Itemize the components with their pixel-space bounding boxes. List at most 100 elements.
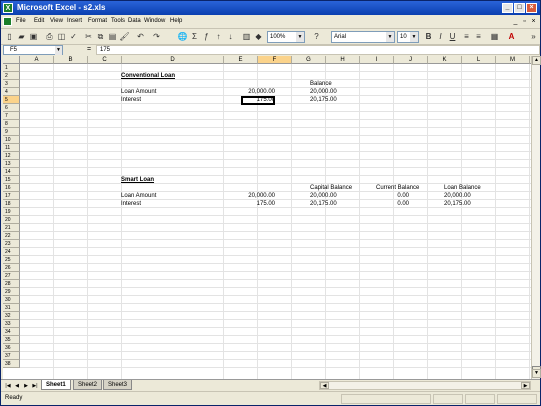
row-header[interactable]: 3 [3,80,20,88]
row-header[interactable]: 26 [3,264,20,272]
spelling-icon[interactable]: ✓ [68,31,79,42]
format-painter-icon[interactable]: 🖌 [119,31,130,42]
row-header[interactable]: 14 [3,168,20,176]
name-box[interactable]: F5 ▼ [3,45,63,55]
scroll-up-icon[interactable]: ▲ [532,56,541,65]
cell-J17[interactable]: 0.00 [375,200,409,208]
workbook-icon[interactable] [3,17,12,26]
cell-L16[interactable]: 20,000.00 [444,192,471,200]
row-header[interactable]: 8 [3,120,20,128]
row-header[interactable]: 29 [3,288,20,296]
help-icon[interactable]: ? [311,31,322,42]
copy-icon[interactable]: ⧉ [95,31,106,42]
row-header[interactable]: 23 [3,240,20,248]
row-header[interactable]: 15 [3,176,20,184]
cell-H4[interactable]: 20,000.00 [310,88,337,96]
cell-H3[interactable]: Balance [310,80,332,88]
menu-window[interactable]: Window [144,18,165,24]
cell-F4[interactable]: 20,000.00 [241,88,275,96]
formula-input[interactable]: 175 [96,45,540,55]
doc-close-button[interactable]: × [530,18,537,25]
cell-H16[interactable]: 20,000.00 [310,192,337,200]
underline-icon[interactable]: U [447,31,458,42]
drawing-icon[interactable]: ◆ [253,31,264,42]
align-center-icon[interactable]: ≡ [473,31,484,42]
column-header[interactable]: G [292,56,326,64]
menu-insert[interactable]: Insert [67,18,82,24]
cell-L17[interactable]: 20,175.00 [444,200,471,208]
vertical-scrollbar[interactable]: ▲ ▼ [531,56,541,379]
cell-H15[interactable]: Capital Balance [310,184,352,192]
column-header[interactable]: A [20,56,54,64]
column-header[interactable]: H [326,56,360,64]
row-header[interactable]: 22 [3,232,20,240]
new-icon[interactable]: ▯ [4,31,15,42]
row-header[interactable]: 18 [3,200,20,208]
font-select[interactable]: Arial ▼ [331,31,395,43]
menu-view[interactable]: View [50,18,63,24]
print-preview-icon[interactable]: ◫ [56,31,67,42]
paste-icon[interactable]: ▤ [107,31,118,42]
menu-tools[interactable]: Tools [111,18,125,24]
scroll-down-icon[interactable]: ▼ [532,369,541,378]
function-icon[interactable]: ƒ [201,31,212,42]
column-header[interactable]: L [462,56,496,64]
font-color-icon[interactable]: A [506,31,517,42]
row-header[interactable]: 7 [3,112,20,120]
row-header[interactable]: 25 [3,256,20,264]
row-header[interactable]: 28 [3,280,20,288]
menu-help[interactable]: Help [170,18,182,24]
column-header[interactable]: C [88,56,122,64]
menu-edit[interactable]: Edit [34,18,44,24]
cell-H17[interactable]: 20,175.00 [310,200,337,208]
row-header[interactable]: 12 [3,152,20,160]
spreadsheet-grid[interactable]: ABCDEFGHIJKLMN 1234567891011121314151617… [3,56,531,379]
row-header[interactable]: 11 [3,144,20,152]
row-header[interactable]: 27 [3,272,20,280]
menu-file[interactable]: File [16,18,26,24]
menu-data[interactable]: Data [128,18,141,24]
row-header[interactable]: 24 [3,248,20,256]
open-icon[interactable]: ▰ [16,31,27,42]
column-header[interactable]: K [428,56,462,64]
hyperlink-icon[interactable]: 🌐 [177,31,188,42]
cell-F16[interactable]: 20,000.00 [241,192,275,200]
prev-sheet-icon[interactable]: ◀ [13,382,21,390]
row-header[interactable]: 9 [3,128,20,136]
column-header[interactable]: F [258,56,292,64]
column-header[interactable]: E [224,56,258,64]
redo-icon[interactable]: ↷ [151,31,162,42]
print-icon[interactable]: ⎙ [44,31,55,42]
cell-L15[interactable]: Loan Balance [444,184,481,192]
cell-J16[interactable]: 0.00 [375,192,409,200]
tab-sheet2[interactable]: Sheet2 [73,380,103,390]
row-header[interactable]: 38 [3,360,20,368]
row-header[interactable]: 16 [3,184,20,192]
sort-ascending-icon[interactable]: ↑ [213,31,224,42]
row-header[interactable]: 36 [3,344,20,352]
row-header[interactable]: 35 [3,336,20,344]
font-size-select[interactable]: 10 ▼ [397,31,419,43]
align-left-icon[interactable]: ≡ [461,31,472,42]
chevron-down-icon[interactable]: ▼ [55,46,62,55]
scroll-left-icon[interactable]: ◀ [320,382,329,389]
tab-sheet3[interactable]: Sheet3 [103,380,133,390]
maximize-button[interactable]: □ [514,3,525,13]
cell-J15[interactable]: Current Balance [376,184,419,192]
first-sheet-icon[interactable]: |◀ [4,382,12,390]
menu-format[interactable]: Format [88,18,107,24]
row-header[interactable]: 20 [3,216,20,224]
row-header[interactable]: 4 [3,88,20,96]
column-header[interactable]: J [394,56,428,64]
italic-icon[interactable]: I [435,31,446,42]
row-header[interactable]: 1 [3,64,20,72]
borders-icon[interactable]: ▦ [489,31,500,42]
next-sheet-icon[interactable]: ▶ [22,382,30,390]
row-header[interactable]: 19 [3,208,20,216]
cell-D17[interactable]: Interest [121,200,141,208]
last-sheet-icon[interactable]: ▶| [31,382,39,390]
row-header[interactable]: 5 [3,96,20,104]
cell-H5[interactable]: 20,175.00 [310,96,337,104]
row-header[interactable]: 31 [3,304,20,312]
column-header[interactable]: B [54,56,88,64]
